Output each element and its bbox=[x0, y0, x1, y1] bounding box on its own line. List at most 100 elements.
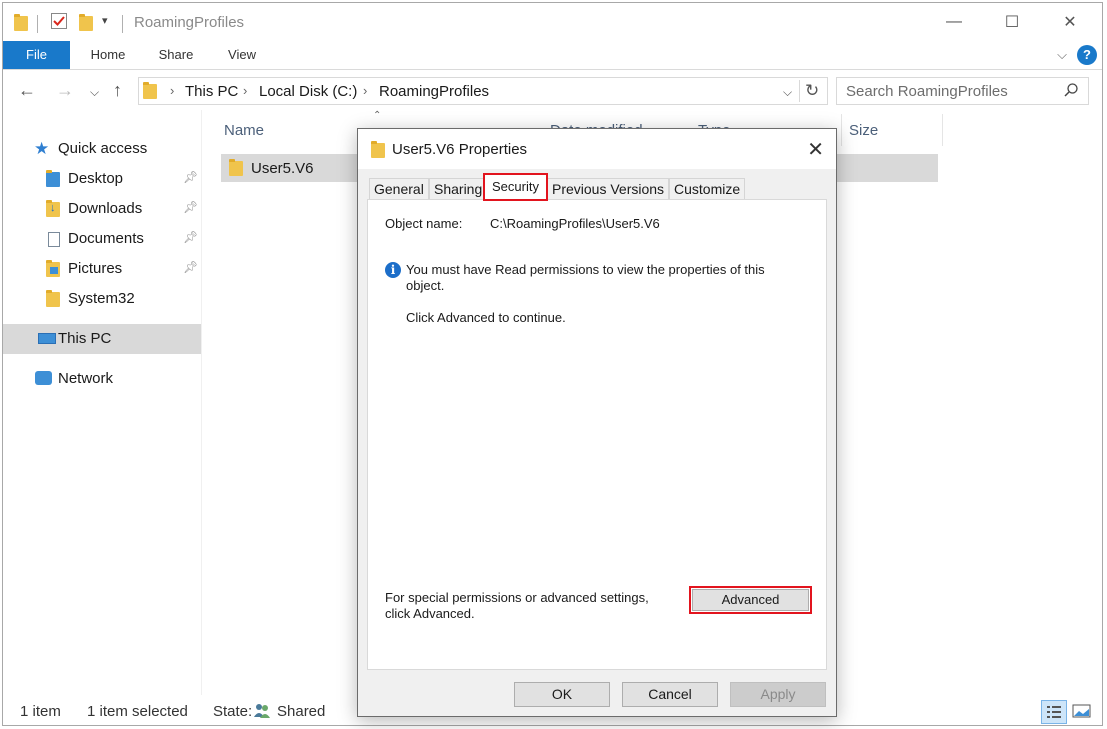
tab-home[interactable]: Home bbox=[83, 41, 133, 69]
back-arrow-icon[interactable]: ← bbox=[18, 80, 36, 101]
pane-divider bbox=[201, 110, 202, 695]
nav-quick-access[interactable]: ★ Quick access bbox=[3, 134, 201, 164]
network-icon bbox=[35, 371, 52, 385]
permission-message-line1: You must have Read permissions to view t… bbox=[406, 262, 765, 277]
computer-icon bbox=[38, 333, 56, 344]
recent-locations-chevron-icon[interactable]: ⌵ bbox=[90, 85, 99, 100]
breadcrumb-local-disk[interactable]: Local Disk (C:) bbox=[259, 83, 357, 100]
search-box[interactable]: Search RoamingProfiles bbox=[836, 77, 1089, 105]
tab-sharing[interactable]: Sharing bbox=[429, 178, 488, 200]
ok-button[interactable]: OK bbox=[514, 682, 610, 707]
breadcrumb-roamingprofiles[interactable]: RoamingProfiles bbox=[379, 83, 489, 100]
folder-icon bbox=[46, 290, 60, 307]
maximize-button[interactable]: ☐ bbox=[989, 6, 1035, 38]
advanced-hint-line2: click Advanced. bbox=[385, 606, 475, 621]
help-icon[interactable]: ? bbox=[1077, 45, 1097, 65]
folder-icon bbox=[229, 159, 243, 176]
refresh-icon[interactable]: ↻ bbox=[805, 81, 819, 101]
status-selected-count: 1 item selected bbox=[87, 703, 188, 720]
close-button[interactable]: ✕ bbox=[1047, 6, 1093, 38]
advanced-button[interactable]: Advanced bbox=[689, 586, 812, 614]
minimize-button[interactable]: — bbox=[931, 6, 977, 38]
star-icon: ★ bbox=[34, 139, 50, 158]
nav-item-documents[interactable]: Documents 📌︎ bbox=[3, 224, 201, 254]
object-name-label: Object name: bbox=[385, 216, 463, 231]
file-name: User5.V6 bbox=[251, 160, 314, 177]
forward-arrow-icon[interactable]: → bbox=[56, 80, 74, 101]
dialog-close-button[interactable]: ✕ bbox=[807, 137, 824, 162]
picture-badge-icon bbox=[50, 267, 58, 274]
security-tab-panel: Object name: C:\RoamingProfiles\User5.V6… bbox=[367, 199, 827, 670]
up-arrow-icon[interactable]: ↑ bbox=[113, 80, 122, 101]
nav-item-network[interactable]: Network bbox=[3, 364, 201, 394]
nav-item-this-pc[interactable]: This PC bbox=[3, 324, 201, 354]
sort-ascending-icon: ⌃ bbox=[373, 110, 382, 121]
tab-previous-versions[interactable]: Previous Versions bbox=[547, 178, 670, 200]
dialog-title-bar[interactable]: User5.V6 Properties ✕ bbox=[358, 129, 836, 169]
column-divider[interactable] bbox=[942, 114, 943, 146]
tab-view[interactable]: View bbox=[217, 41, 267, 69]
status-state-value: Shared bbox=[277, 703, 326, 720]
nav-item-pictures[interactable]: Pictures 📌︎ bbox=[3, 254, 201, 284]
large-icons-view-icon[interactable] bbox=[1070, 700, 1096, 724]
nav-label: Documents bbox=[68, 230, 144, 247]
breadcrumb-chevron-icon[interactable]: › bbox=[243, 83, 247, 98]
navigation-pane: ★ Quick access Desktop 📌︎ ↓ Downloads 📌︎… bbox=[3, 134, 201, 694]
nav-item-downloads[interactable]: ↓ Downloads 📌︎ bbox=[3, 194, 201, 224]
nav-label: This PC bbox=[58, 330, 112, 347]
nav-label: Network bbox=[58, 370, 114, 387]
desktop-folder-icon bbox=[46, 170, 60, 187]
nav-item-system32[interactable]: System32 bbox=[3, 284, 201, 314]
nav-item-desktop[interactable]: Desktop 📌︎ bbox=[3, 164, 201, 194]
divider bbox=[122, 15, 123, 33]
breadcrumb-chevron-icon[interactable]: › bbox=[170, 83, 174, 98]
cancel-button[interactable]: Cancel bbox=[622, 682, 718, 707]
details-view-icon[interactable] bbox=[1041, 700, 1067, 724]
continue-instruction: Click Advanced to continue. bbox=[406, 310, 566, 325]
download-arrow-icon: ↓ bbox=[50, 202, 56, 214]
tab-customize[interactable]: Customize bbox=[669, 178, 746, 200]
divider bbox=[799, 80, 800, 102]
folder-icon bbox=[14, 14, 28, 31]
column-header-size[interactable]: Size bbox=[849, 122, 878, 139]
pin-icon[interactable]: 📌︎ bbox=[183, 230, 198, 244]
search-icon[interactable] bbox=[1063, 82, 1079, 101]
breadcrumb-chevron-icon[interactable]: › bbox=[363, 83, 367, 98]
pin-icon[interactable]: 📌︎ bbox=[183, 170, 198, 184]
divider bbox=[37, 15, 38, 33]
tab-security[interactable]: Security bbox=[483, 173, 548, 201]
advanced-hint-line1: For special permissions or advanced sett… bbox=[385, 590, 649, 605]
status-state-label: State: bbox=[213, 703, 253, 720]
address-history-chevron-icon[interactable]: ⌵ bbox=[783, 85, 792, 100]
title-bar: ▾ RoamingProfiles — ☐ ✕ bbox=[3, 3, 1102, 41]
expand-ribbon-chevron-icon[interactable]: ⌵ bbox=[1055, 41, 1069, 69]
documents-icon bbox=[48, 232, 60, 247]
ribbon-tabs: File Home Share View ⌵ ? bbox=[3, 41, 1102, 70]
shared-users-icon bbox=[253, 703, 271, 718]
properties-dialog: User5.V6 Properties ✕ General Sharing Pr… bbox=[357, 128, 837, 717]
pin-icon[interactable]: 📌︎ bbox=[183, 260, 198, 274]
tab-file[interactable]: File bbox=[3, 41, 70, 69]
address-bar[interactable]: › This PC › Local Disk (C:) › RoamingPro… bbox=[138, 77, 828, 105]
object-name-value: C:\RoamingProfiles\User5.V6 bbox=[490, 216, 660, 231]
nav-label: Pictures bbox=[68, 260, 123, 277]
apply-button[interactable]: Apply bbox=[730, 682, 826, 707]
pin-icon[interactable]: 📌︎ bbox=[183, 200, 198, 214]
status-item-count: 1 item bbox=[20, 703, 61, 720]
tab-share[interactable]: Share bbox=[151, 41, 201, 69]
nav-label: System32 bbox=[68, 290, 135, 307]
new-folder-icon[interactable] bbox=[79, 14, 93, 31]
breadcrumb-this-pc[interactable]: This PC bbox=[185, 83, 238, 100]
nav-label: Quick access bbox=[58, 140, 148, 157]
tab-general[interactable]: General bbox=[369, 178, 429, 200]
info-icon: i bbox=[385, 262, 401, 278]
nav-label: Desktop bbox=[68, 170, 124, 187]
folder-icon bbox=[143, 82, 157, 99]
search-input[interactable]: Search RoamingProfiles bbox=[846, 83, 1008, 100]
column-header-name[interactable]: Name bbox=[224, 122, 264, 139]
nav-label: Downloads bbox=[68, 200, 143, 217]
folder-icon bbox=[371, 141, 385, 158]
customize-quick-access-icon[interactable]: ▾ bbox=[102, 14, 108, 27]
properties-checkbox-icon[interactable] bbox=[51, 13, 67, 29]
column-divider[interactable] bbox=[841, 114, 842, 146]
